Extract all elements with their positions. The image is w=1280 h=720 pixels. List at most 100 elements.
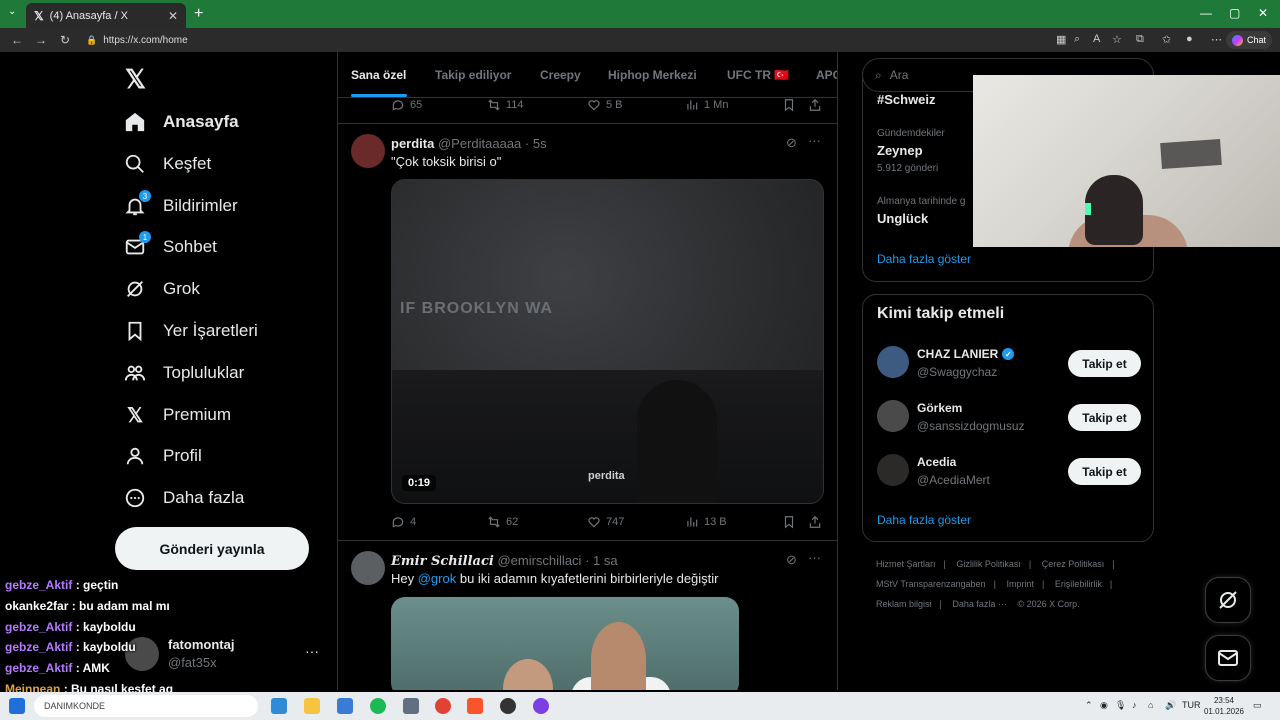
follow-user-name[interactable]: CHAZ LANIER ✓ <box>917 347 1015 361</box>
tab-close-icon[interactable]: ✕ <box>168 9 178 23</box>
extensions-icon[interactable]: ⧉ <box>1136 33 1144 46</box>
spotify-icon[interactable] <box>370 698 386 714</box>
trend-name[interactable]: #Schweiz <box>877 92 936 107</box>
grok-icon[interactable]: ⊘ <box>786 552 797 568</box>
forward-icon[interactable]: → <box>34 33 48 47</box>
browser-menu-icon[interactable]: ⋯ <box>1211 33 1222 46</box>
footer-link-accessibility[interactable]: Erişilebilirlik <box>1055 579 1102 589</box>
footer-link-more[interactable]: Daha fazla ··· <box>952 599 1007 609</box>
tab-following[interactable]: Takip ediliyor <box>435 68 511 82</box>
reply-button[interactable]: 4 <box>391 515 416 529</box>
new-tab-icon[interactable]: + <box>194 5 203 23</box>
bookmark-button[interactable] <box>782 98 796 112</box>
tray-app-icon[interactable]: ◉ <box>1100 700 1108 711</box>
tray-chevron-icon[interactable]: ⌃ <box>1085 700 1093 711</box>
app-icon[interactable] <box>533 698 549 714</box>
post-button[interactable]: Gönderi yayınla <box>115 527 309 570</box>
network-icon[interactable]: ⌂ <box>1148 700 1153 710</box>
chrome-icon[interactable] <box>435 698 451 714</box>
views-button[interactable]: 1 Mn <box>685 98 728 112</box>
tab-apo[interactable]: APO <box>816 68 837 82</box>
window-close-icon[interactable]: ✕ <box>1258 6 1268 20</box>
tab-ufc-tr[interactable]: UFC TR 🇹🇷 <box>727 68 789 82</box>
more-icon[interactable]: ··· <box>808 133 821 148</box>
tweet-video[interactable]: IF BROOKLYN WA perdita 0:19 <box>391 179 824 504</box>
follow-button[interactable]: Takip et <box>1068 458 1141 485</box>
author-handle[interactable]: @Perditaaaaa <box>438 136 521 151</box>
tweet-time[interactable]: · 1 sa <box>585 553 618 568</box>
refresh-icon[interactable]: ↻ <box>58 33 72 47</box>
reply-button[interactable]: 65 <box>391 98 422 112</box>
edge-icon[interactable] <box>271 698 287 714</box>
nav-item-communities[interactable]: Topluluklar <box>123 353 244 393</box>
like-button[interactable]: 5 B <box>587 98 623 112</box>
nav-item-more[interactable]: Daha fazla <box>123 478 244 518</box>
back-icon[interactable]: ← <box>10 33 24 47</box>
nav-item-profile[interactable]: Profil <box>123 436 202 476</box>
grok-icon[interactable]: ⊘ <box>786 135 797 151</box>
more-icon[interactable]: ··· <box>808 550 821 565</box>
repost-button[interactable]: 114 <box>487 98 524 112</box>
share-button[interactable] <box>808 98 822 112</box>
views-button[interactable]: 13 B <box>685 515 727 529</box>
maximize-icon[interactable]: ▢ <box>1229 6 1240 20</box>
zoom-icon[interactable]: ⌕ <box>1074 33 1080 46</box>
start-icon[interactable] <box>9 698 25 714</box>
bookmark-button[interactable] <box>782 515 796 529</box>
trend-name[interactable]: Unglück <box>877 211 928 226</box>
avatar[interactable] <box>351 551 385 585</box>
show-more-trends-link[interactable]: Daha fazla göster <box>877 252 971 266</box>
copilot-chat-button[interactable]: Chat <box>1225 31 1272 49</box>
calculator-icon[interactable] <box>403 698 419 714</box>
read-aloud-icon[interactable]: A <box>1093 33 1100 45</box>
tab-for-you[interactable]: Sana özel <box>351 68 406 82</box>
follow-user-name[interactable]: Görkem <box>917 401 962 415</box>
footer-link-mstv[interactable]: MStV Transparenzangaben <box>876 579 986 589</box>
footer-link-imprint[interactable]: Imprint <box>1006 579 1034 589</box>
follow-button[interactable]: Takip et <box>1068 404 1141 431</box>
notifications-icon[interactable]: ▭ <box>1253 700 1262 711</box>
microphone-icon[interactable]: 🎙 <box>1115 700 1126 711</box>
taskbar-search[interactable]: DANIMKONDE <box>34 695 258 717</box>
obs-icon[interactable] <box>500 698 516 714</box>
avatar[interactable] <box>351 134 385 168</box>
like-button[interactable]: 747 <box>587 515 624 529</box>
volume-icon[interactable]: ♪ <box>1132 700 1137 710</box>
apps-icon[interactable]: ▦ <box>1056 33 1066 46</box>
footer-link-privacy[interactable]: Gizlilik Politikası <box>956 559 1021 569</box>
favorites-icon[interactable]: ✩ <box>1162 33 1171 46</box>
browser-tab[interactable]: 𝕏 (4) Anasayfa / X ✕ <box>26 3 186 28</box>
brave-icon[interactable] <box>467 698 483 714</box>
share-button[interactable] <box>808 515 822 529</box>
footer-link-terms[interactable]: Hizmet Şartları <box>876 559 936 569</box>
author-name[interactable]: Emir Schillaci <box>391 554 494 569</box>
mention-link[interactable]: @grok <box>418 571 457 586</box>
nav-item-grok[interactable]: Grok <box>123 269 200 309</box>
avatar[interactable] <box>877 346 909 378</box>
app-icon[interactable] <box>337 698 353 714</box>
x-logo-icon[interactable]: 𝕏 <box>125 64 146 95</box>
url-field[interactable]: 🔒 https://x.com/home <box>82 31 1042 49</box>
nav-item-home[interactable]: Anasayfa <box>123 102 239 142</box>
author-handle[interactable]: @emirschillaci <box>497 553 581 568</box>
grok-fab-button[interactable] <box>1205 577 1251 623</box>
language-indicator[interactable]: TUR <box>1182 700 1201 710</box>
nav-item-chat[interactable]: 1 Sohbet <box>123 227 217 267</box>
tab-hiphop[interactable]: Hiphop Merkezi <box>608 68 697 82</box>
favorite-star-icon[interactable]: ☆ <box>1112 33 1122 46</box>
footer-link-cookies[interactable]: Çerez Politikası <box>1042 559 1105 569</box>
tab-creepy[interactable]: Creepy <box>540 68 581 82</box>
nav-item-premium[interactable]: 𝕏 Premium <box>123 395 231 435</box>
tweet-time[interactable]: · 5s <box>525 136 547 151</box>
nav-item-explore[interactable]: Keşfet <box>123 144 211 184</box>
repost-button[interactable]: 62 <box>487 515 518 529</box>
minimize-icon[interactable]: — <box>1200 6 1212 20</box>
avatar[interactable] <box>877 454 909 486</box>
messages-fab-button[interactable] <box>1205 635 1251 681</box>
nav-item-bookmarks[interactable]: Yer İşaretleri <box>123 311 258 351</box>
file-explorer-icon[interactable] <box>304 698 320 714</box>
author-name[interactable]: perdita <box>391 136 434 151</box>
more-icon[interactable]: ··· <box>305 643 319 659</box>
clock[interactable]: 23:54 01.01.2026 <box>1204 695 1244 717</box>
show-more-follow-link[interactable]: Daha fazla göster <box>877 513 971 527</box>
